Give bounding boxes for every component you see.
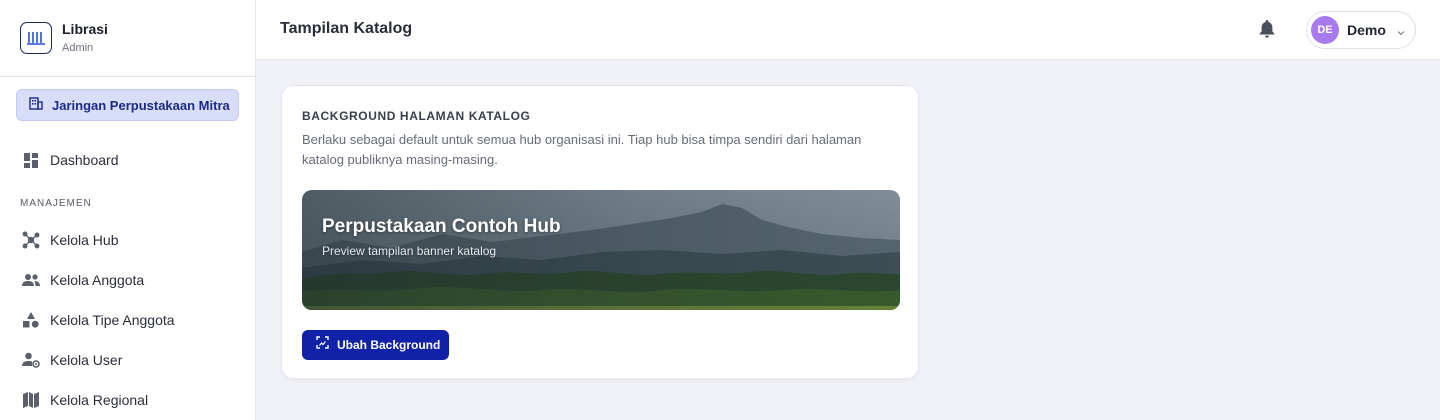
sidebar-item-label: Kelola Tipe Anggota	[50, 312, 175, 328]
top-bar: Tampilan Katalog DE Demo	[256, 0, 1440, 60]
building-icon	[29, 96, 43, 115]
avatar: DE	[1311, 16, 1339, 44]
change-background-label: Ubah Background	[337, 338, 441, 352]
user-menu-button[interactable]: DE Demo	[1306, 11, 1416, 49]
sidebar-item-dashboard[interactable]: Dashboard	[0, 142, 255, 178]
change-background-button[interactable]: Ubah Background	[302, 330, 449, 360]
org-switcher[interactable]: Jaringan Perpustakaan Mitra	[16, 89, 239, 121]
bell-icon[interactable]	[1259, 20, 1277, 40]
sidebar: Librasi Admin Jaringan Perpustakaan Mitr…	[0, 0, 256, 420]
card-title: BACKGROUND HALAMAN KATALOG	[302, 109, 531, 123]
map-icon	[22, 391, 40, 409]
hub-network-icon	[22, 231, 40, 249]
brand-name: Librasi	[62, 21, 108, 37]
banner-subtitle: Preview tampilan banner katalog	[322, 244, 497, 258]
library-bars-icon	[20, 22, 52, 54]
dashboard-icon	[22, 151, 40, 169]
chevron-down-icon	[1396, 25, 1406, 36]
sidebar-item-kelola-tipe-anggota[interactable]: Kelola Tipe Anggota	[0, 302, 255, 338]
sidebar-item-label: Dashboard	[50, 152, 119, 168]
user-name: Demo	[1347, 22, 1386, 38]
sidebar-item-kelola-user[interactable]: Kelola User	[0, 342, 255, 378]
sidebar-item-kelola-regional[interactable]: Kelola Regional	[0, 382, 255, 418]
sidebar-item-label: Kelola User	[50, 352, 123, 368]
image-edit-icon	[316, 336, 329, 354]
card-description: Berlaku sebagai default untuk semua hub …	[302, 132, 862, 167]
catalog-background-card: BACKGROUND HALAMAN KATALOG Berlaku sebag…	[281, 85, 919, 379]
sidebar-item-kelola-anggota[interactable]: Kelola Anggota	[0, 262, 255, 298]
brand[interactable]: Librasi Admin	[0, 0, 255, 77]
user-gear-icon	[22, 351, 40, 369]
sidebar-item-label: Kelola Anggota	[50, 272, 145, 288]
sidebar-item-label: Kelola Regional	[50, 392, 149, 408]
banner-preview: Perpustakaan Contoh Hub Preview tampilan…	[302, 190, 900, 310]
org-switcher-label: Jaringan Perpustakaan Mitra	[52, 97, 230, 113]
people-icon	[22, 271, 40, 289]
sidebar-item-label: Kelola Hub	[50, 232, 119, 248]
sidebar-item-kelola-hub[interactable]: Kelola Hub	[0, 222, 255, 258]
section-label-manajemen: MANAJEMEN	[20, 198, 92, 209]
banner-title: Perpustakaan Contoh Hub	[322, 216, 561, 237]
page-title: Tampilan Katalog	[280, 20, 413, 37]
brand-role: Admin	[62, 42, 94, 54]
shapes-icon	[22, 311, 40, 329]
